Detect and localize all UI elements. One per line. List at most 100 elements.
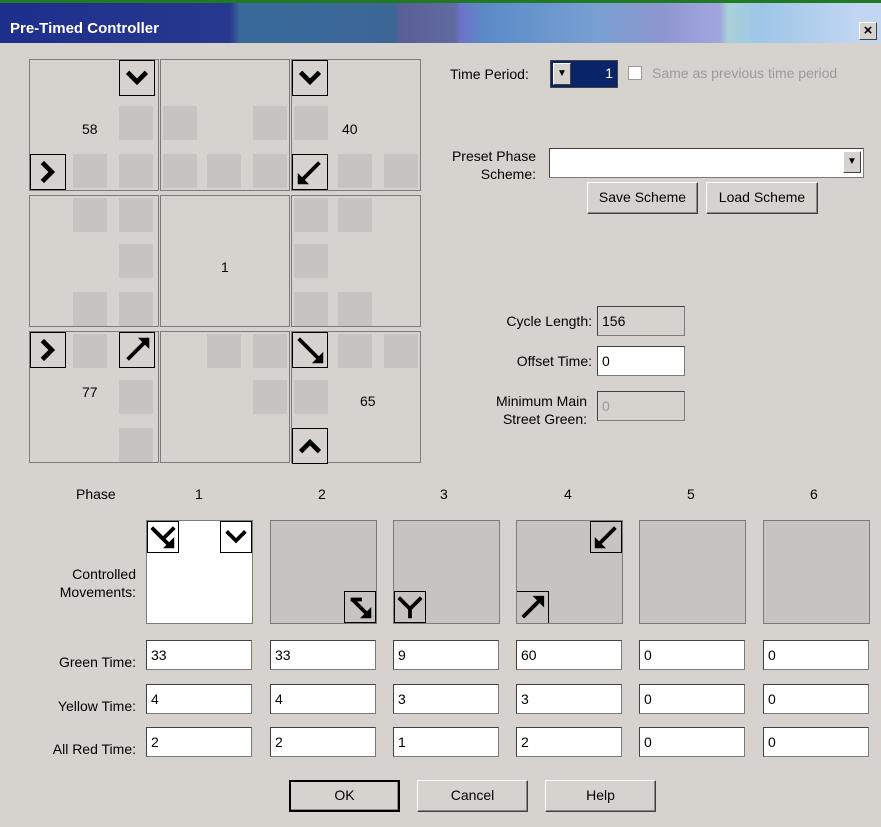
all-red-time-label: All Red Time: xyxy=(52,741,136,757)
chevron-up-icon[interactable] xyxy=(292,428,328,464)
phase-6-movements[interactable] xyxy=(763,520,870,624)
chevron-right-icon[interactable] xyxy=(30,332,66,368)
all-red-time-input[interactable]: 0 xyxy=(639,727,745,757)
save-scheme-button[interactable]: Save Scheme xyxy=(587,182,698,214)
grid-cell-ne[interactable]: 40 xyxy=(291,59,421,191)
yellow-time-input[interactable]: 4 xyxy=(270,684,376,714)
grid-cell-n xyxy=(160,59,290,191)
green-time-input[interactable]: 0 xyxy=(763,640,869,670)
phase-header-label: Phase xyxy=(76,486,116,502)
controlled-label-line2: Movements: xyxy=(59,584,136,600)
phase-5-movements[interactable] xyxy=(639,520,746,624)
preset-scheme-select[interactable]: ▼ xyxy=(549,148,864,178)
green-time-input[interactable]: 33 xyxy=(146,640,252,670)
ok-button[interactable]: OK xyxy=(289,780,400,812)
time-period-label: Time Period: xyxy=(450,66,529,82)
grid-value-nw: 58 xyxy=(82,121,98,137)
all-red-time-input[interactable]: 1 xyxy=(393,727,499,757)
grid-value-se: 65 xyxy=(360,393,376,409)
yellow-time-input[interactable]: 0 xyxy=(639,684,745,714)
green-time-label: Green Time: xyxy=(58,654,136,670)
phase-number: 4 xyxy=(564,486,572,502)
grid-placeholder xyxy=(73,154,107,188)
arrow-up-right-icon[interactable] xyxy=(517,591,549,623)
cancel-button[interactable]: Cancel xyxy=(417,780,528,812)
chevron-down-icon[interactable]: ▼ xyxy=(553,63,571,85)
grid-value-sw: 77 xyxy=(82,384,98,400)
green-time-input[interactable]: 0 xyxy=(639,640,745,670)
all-red-time-input[interactable]: 2 xyxy=(270,727,376,757)
grid-placeholder xyxy=(384,154,418,188)
grid-placeholder xyxy=(207,154,241,188)
green-time-input[interactable]: 9 xyxy=(393,640,499,670)
time-period-value: 1 xyxy=(605,65,613,81)
phase-number: 3 xyxy=(440,486,448,502)
yellow-time-input[interactable]: 4 xyxy=(146,684,252,714)
grid-cell-sw[interactable]: 77 xyxy=(29,331,159,463)
grid-placeholder xyxy=(253,154,287,188)
grid-value-center: 1 xyxy=(221,259,229,275)
arrow-down-left-icon[interactable] xyxy=(292,154,328,190)
grid-placeholder xyxy=(119,244,153,278)
same-as-previous-checkbox[interactable] xyxy=(628,66,642,80)
arrow-up-right-icon[interactable] xyxy=(119,332,155,368)
grid-placeholder xyxy=(384,334,418,368)
yellow-time-label: Yellow Time: xyxy=(57,698,136,714)
close-button[interactable]: × xyxy=(859,22,877,40)
cycle-length-label: Cycle Length: xyxy=(506,313,592,329)
chevron-down-icon[interactable] xyxy=(292,60,328,96)
all-red-time-input[interactable]: 0 xyxy=(763,727,869,757)
chevron-down-icon[interactable] xyxy=(119,60,155,96)
grid-placeholder xyxy=(73,334,107,368)
all-red-time-input[interactable]: 2 xyxy=(146,727,252,757)
yellow-time-input[interactable]: 0 xyxy=(763,684,869,714)
preset-label-line2: Scheme: xyxy=(480,166,536,182)
grid-placeholder xyxy=(207,334,241,368)
grid-cell-s xyxy=(160,331,290,463)
chevron-right-icon[interactable] xyxy=(30,154,66,190)
chevron-down-icon[interactable] xyxy=(220,521,252,553)
time-period-select[interactable]: ▼ 1 xyxy=(550,60,618,88)
grid-placeholder xyxy=(119,428,153,462)
arrow-down-right-icon[interactable] xyxy=(292,332,328,368)
all-red-time-input[interactable]: 2 xyxy=(516,727,622,757)
load-scheme-button[interactable]: Load Scheme xyxy=(706,182,818,214)
grid-placeholder xyxy=(253,334,287,368)
grid-placeholder xyxy=(119,154,153,188)
grid-placeholder xyxy=(119,106,153,140)
yellow-time-input[interactable]: 3 xyxy=(516,684,622,714)
grid-cell-e xyxy=(291,195,421,327)
arrow-down-left-icon[interactable] xyxy=(590,521,622,553)
grid-placeholder xyxy=(338,154,372,188)
arrow-down-right-icon[interactable] xyxy=(147,521,179,553)
phase-4-movements[interactable] xyxy=(516,520,623,624)
phase-number: 1 xyxy=(195,486,203,502)
arrow-down-right-icon[interactable] xyxy=(394,591,426,623)
help-button[interactable]: Help xyxy=(545,780,656,812)
phase-3-movements[interactable] xyxy=(393,520,500,624)
phase-2-movements[interactable] xyxy=(270,520,377,624)
phase-number: 2 xyxy=(318,486,326,502)
grid-placeholder xyxy=(338,334,372,368)
grid-cell-center: 1 xyxy=(160,195,290,327)
green-time-input[interactable]: 60 xyxy=(516,640,622,670)
grid-placeholder xyxy=(294,106,328,140)
title-bar: Pre-Timed Controller × xyxy=(0,0,881,43)
grid-value-ne: 40 xyxy=(342,121,358,137)
grid-placeholder xyxy=(73,292,107,326)
yellow-time-input[interactable]: 3 xyxy=(393,684,499,714)
grid-placeholder xyxy=(253,106,287,140)
grid-cell-nw[interactable]: 58 xyxy=(29,59,159,191)
chevron-down-icon[interactable]: ▼ xyxy=(843,151,861,173)
min-green-label-line2: Street Green: xyxy=(502,411,587,427)
green-time-input[interactable]: 33 xyxy=(270,640,376,670)
phase-number: 6 xyxy=(810,486,818,502)
arrow-down-right-icon[interactable] xyxy=(344,591,376,623)
preset-label-line1: Preset Phase xyxy=(451,148,536,164)
grid-placeholder xyxy=(294,244,328,278)
grid-cell-se[interactable]: 65 xyxy=(291,331,421,464)
phase-1-movements[interactable] xyxy=(146,520,253,624)
offset-time-input[interactable]: 0 xyxy=(597,346,685,376)
min-green-label-line1: Minimum Main xyxy=(495,393,587,409)
window-title: Pre-Timed Controller xyxy=(10,20,159,37)
